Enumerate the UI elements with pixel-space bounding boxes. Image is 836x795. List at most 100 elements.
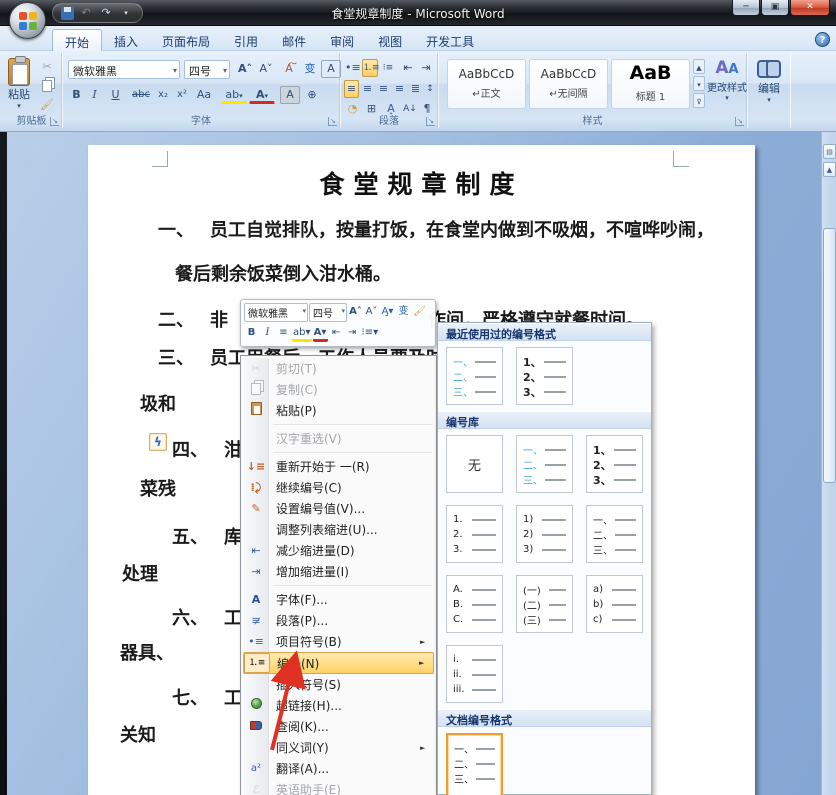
menu-item-adjust-list-indent[interactable]: 调整列表缩进(U)... [243, 519, 434, 540]
bold-button[interactable]: B [68, 86, 85, 104]
menu-item-increase-indent[interactable]: ⇥ 增加缩进量(I) [243, 561, 434, 582]
italic-button[interactable]: I [86, 86, 103, 104]
numfmt-cn-blue[interactable]: 一、 二、 三、 [516, 435, 573, 493]
numfmt-alpha-lower[interactable]: a) b) c) [586, 575, 643, 633]
mini-center-button[interactable]: ≡ [276, 325, 291, 342]
numfmt-alpha-upper[interactable]: A. B. C. [446, 575, 503, 633]
mini-phonetic-icon[interactable]: 变 [396, 304, 411, 321]
align-center-button[interactable]: ≡ [360, 80, 375, 98]
scroll-up-icon[interactable]: ▲ [823, 162, 836, 177]
clipboard-dialog-launcher[interactable]: ↘ [50, 117, 59, 126]
menu-item-decrease-indent[interactable]: ⇤ 减少缩进量(D) [243, 540, 434, 561]
styles-scroll-down-icon[interactable]: ▾ [693, 76, 705, 91]
cut-button[interactable]: ✂ [38, 58, 56, 76]
character-shading-button[interactable]: A [280, 86, 300, 104]
mini-font-color-button[interactable]: A▾ [312, 325, 328, 342]
editing-button[interactable]: 编辑 ▾ [757, 60, 781, 104]
styles-scroll-up-icon[interactable]: ▲ [693, 59, 705, 74]
mini-font-size-combo[interactable]: 四号 [309, 303, 347, 322]
bullets-button[interactable]: •≡ [344, 59, 361, 77]
styles-dialog-launcher[interactable]: ↘ [735, 117, 744, 126]
mini-format-painter-icon[interactable]: 🖌 [412, 304, 427, 321]
subscript-button[interactable]: x₂ [154, 86, 172, 104]
mini-italic-button[interactable]: I [260, 325, 275, 342]
ruler-toggle-icon[interactable]: ▤ [823, 144, 836, 159]
underline-button[interactable]: U [104, 86, 127, 104]
mini-grow-font-button[interactable]: A˄ [348, 304, 363, 321]
numfmt-cn-paren[interactable]: (一) (二) (三) [516, 575, 573, 633]
mini-highlight-button[interactable]: ab▾ [292, 325, 312, 342]
menu-item-numbering[interactable]: ⒈≡ 编号(N) ► [243, 652, 434, 674]
menu-item-synonyms[interactable]: 同义词(Y) ► [243, 737, 434, 758]
minimize-button[interactable]: ─ [732, 0, 760, 16]
font-dialog-launcher[interactable]: ↘ [328, 117, 337, 126]
grow-font-button[interactable]: A˄ [235, 60, 255, 78]
numfmt-document-cn[interactable]: 一、 二、 三、 [446, 733, 503, 795]
mini-increase-indent-button[interactable]: ⇥ [345, 325, 360, 342]
numfmt-arabic-dun[interactable]: 1、 2、 3、 [586, 435, 643, 493]
phonetic-guide-button[interactable]: 变 [300, 60, 320, 78]
menu-item-translate[interactable]: a² 翻译(A)... [243, 758, 434, 779]
font-name-combo[interactable]: 微软雅黑 ▾ [68, 60, 180, 79]
numfmt-cn-plain[interactable]: 一、 二、 三、 [586, 505, 643, 563]
enclose-characters-button[interactable]: ⊕ [302, 86, 322, 104]
numbering-button[interactable]: ⒈≡ [362, 59, 380, 77]
distribute-button[interactable]: ≣ [408, 80, 423, 98]
autocorrect-options-icon[interactable]: ϟ [149, 433, 167, 451]
character-border-button[interactable]: A [321, 60, 341, 78]
menu-item-copy[interactable]: 复制(C) [243, 379, 434, 400]
multilevel-list-button[interactable]: ⁝≡ [380, 59, 396, 77]
maximize-button[interactable]: ▣ [761, 0, 789, 16]
strikethrough-button[interactable]: abc [129, 86, 153, 104]
mini-styles-icon[interactable]: A̡▾ [380, 304, 395, 321]
numfmt-arabic-dot[interactable]: 1. 2. 3. [446, 505, 503, 563]
copy-button[interactable] [38, 77, 56, 95]
menu-item-continue-numbering[interactable]: ⁞⤸ 继续编号(C) [243, 477, 434, 498]
shrink-font-button[interactable]: A˅ [256, 60, 276, 78]
style-no-spacing[interactable]: AaBbCcD ↵无间隔 [529, 59, 608, 109]
superscript-button[interactable]: x² [173, 86, 191, 104]
styles-more-icon[interactable]: ⊽ [693, 93, 705, 108]
numfmt-recent-arabic[interactable]: 1、 2、 3、 [516, 347, 573, 405]
menu-item-cut[interactable]: ✂ 剪切(T) [243, 358, 434, 379]
scrollbar-thumb[interactable] [823, 228, 836, 483]
numfmt-recent-cn[interactable]: 一、 二、 三、 [446, 347, 503, 405]
paragraph-dialog-launcher[interactable]: ↘ [426, 117, 435, 126]
paste-button[interactable]: 粘贴 ▾ [8, 56, 30, 110]
mini-bullets-button[interactable]: ⁝≡▾ [361, 325, 380, 342]
menu-item-insert-symbol[interactable]: 插入符号(S) [243, 674, 434, 695]
change-case-button[interactable]: Aa [192, 86, 216, 104]
font-color-button[interactable]: A▾ [249, 86, 275, 104]
office-button[interactable] [9, 2, 46, 39]
mini-shrink-font-button[interactable]: A˅ [364, 304, 379, 321]
paste-dropdown-icon[interactable]: ▾ [17, 102, 21, 110]
help-icon[interactable]: ? [815, 32, 830, 47]
menu-item-hanzi-reselect[interactable]: 汉字重选(V) [243, 428, 434, 449]
vertical-scrollbar[interactable]: ▤ ▲ [821, 132, 836, 795]
increase-indent-button[interactable]: ⇥ [418, 59, 434, 77]
change-styles-button[interactable]: AA 更改样式 ▾ [707, 59, 747, 102]
menu-item-paste[interactable]: 粘贴(P) [243, 400, 434, 421]
menu-item-bullets[interactable]: •≡ 项目符号(B) ► [243, 631, 434, 652]
align-left-button[interactable]: ≡ [344, 80, 359, 98]
menu-item-font[interactable]: A 字体(F)... [243, 589, 434, 610]
menu-item-english-assistant[interactable]: ℰ 英语助手(E) [243, 779, 434, 795]
numfmt-none[interactable]: 无 [446, 435, 503, 493]
mini-bold-button[interactable]: B [244, 325, 259, 342]
line-spacing-button[interactable]: ↕ [424, 80, 436, 98]
menu-item-paragraph[interactable]: ≡̷ 段落(P)... [243, 610, 434, 631]
numfmt-arabic-paren[interactable]: 1) 2) 3) [516, 505, 573, 563]
style-normal[interactable]: AaBbCcD ↵正文 [447, 59, 526, 109]
style-heading1[interactable]: AaB 标题 1 [611, 59, 690, 109]
justify-button[interactable]: ≡ [392, 80, 407, 98]
clear-formatting-icon[interactable]: A͠ [279, 60, 299, 78]
decrease-indent-button[interactable]: ⇤ [400, 59, 416, 77]
menu-item-set-numbering-value[interactable]: ✎ 设置编号值(V)... [243, 498, 434, 519]
mini-font-name-combo[interactable]: 微软雅黑 [244, 303, 308, 322]
menu-item-restart-numbering[interactable]: ↓≡ 重新开始于 一(R) [243, 456, 434, 477]
menu-item-hyperlink[interactable]: 超链接(H)... [243, 695, 434, 716]
text-highlight-button[interactable]: ab▾ [221, 86, 247, 104]
mini-decrease-indent-button[interactable]: ⇤ [329, 325, 344, 342]
menu-item-look-up[interactable]: 查阅(K)... [243, 716, 434, 737]
numfmt-roman-lower[interactable]: i. ii. iii. [446, 645, 503, 703]
